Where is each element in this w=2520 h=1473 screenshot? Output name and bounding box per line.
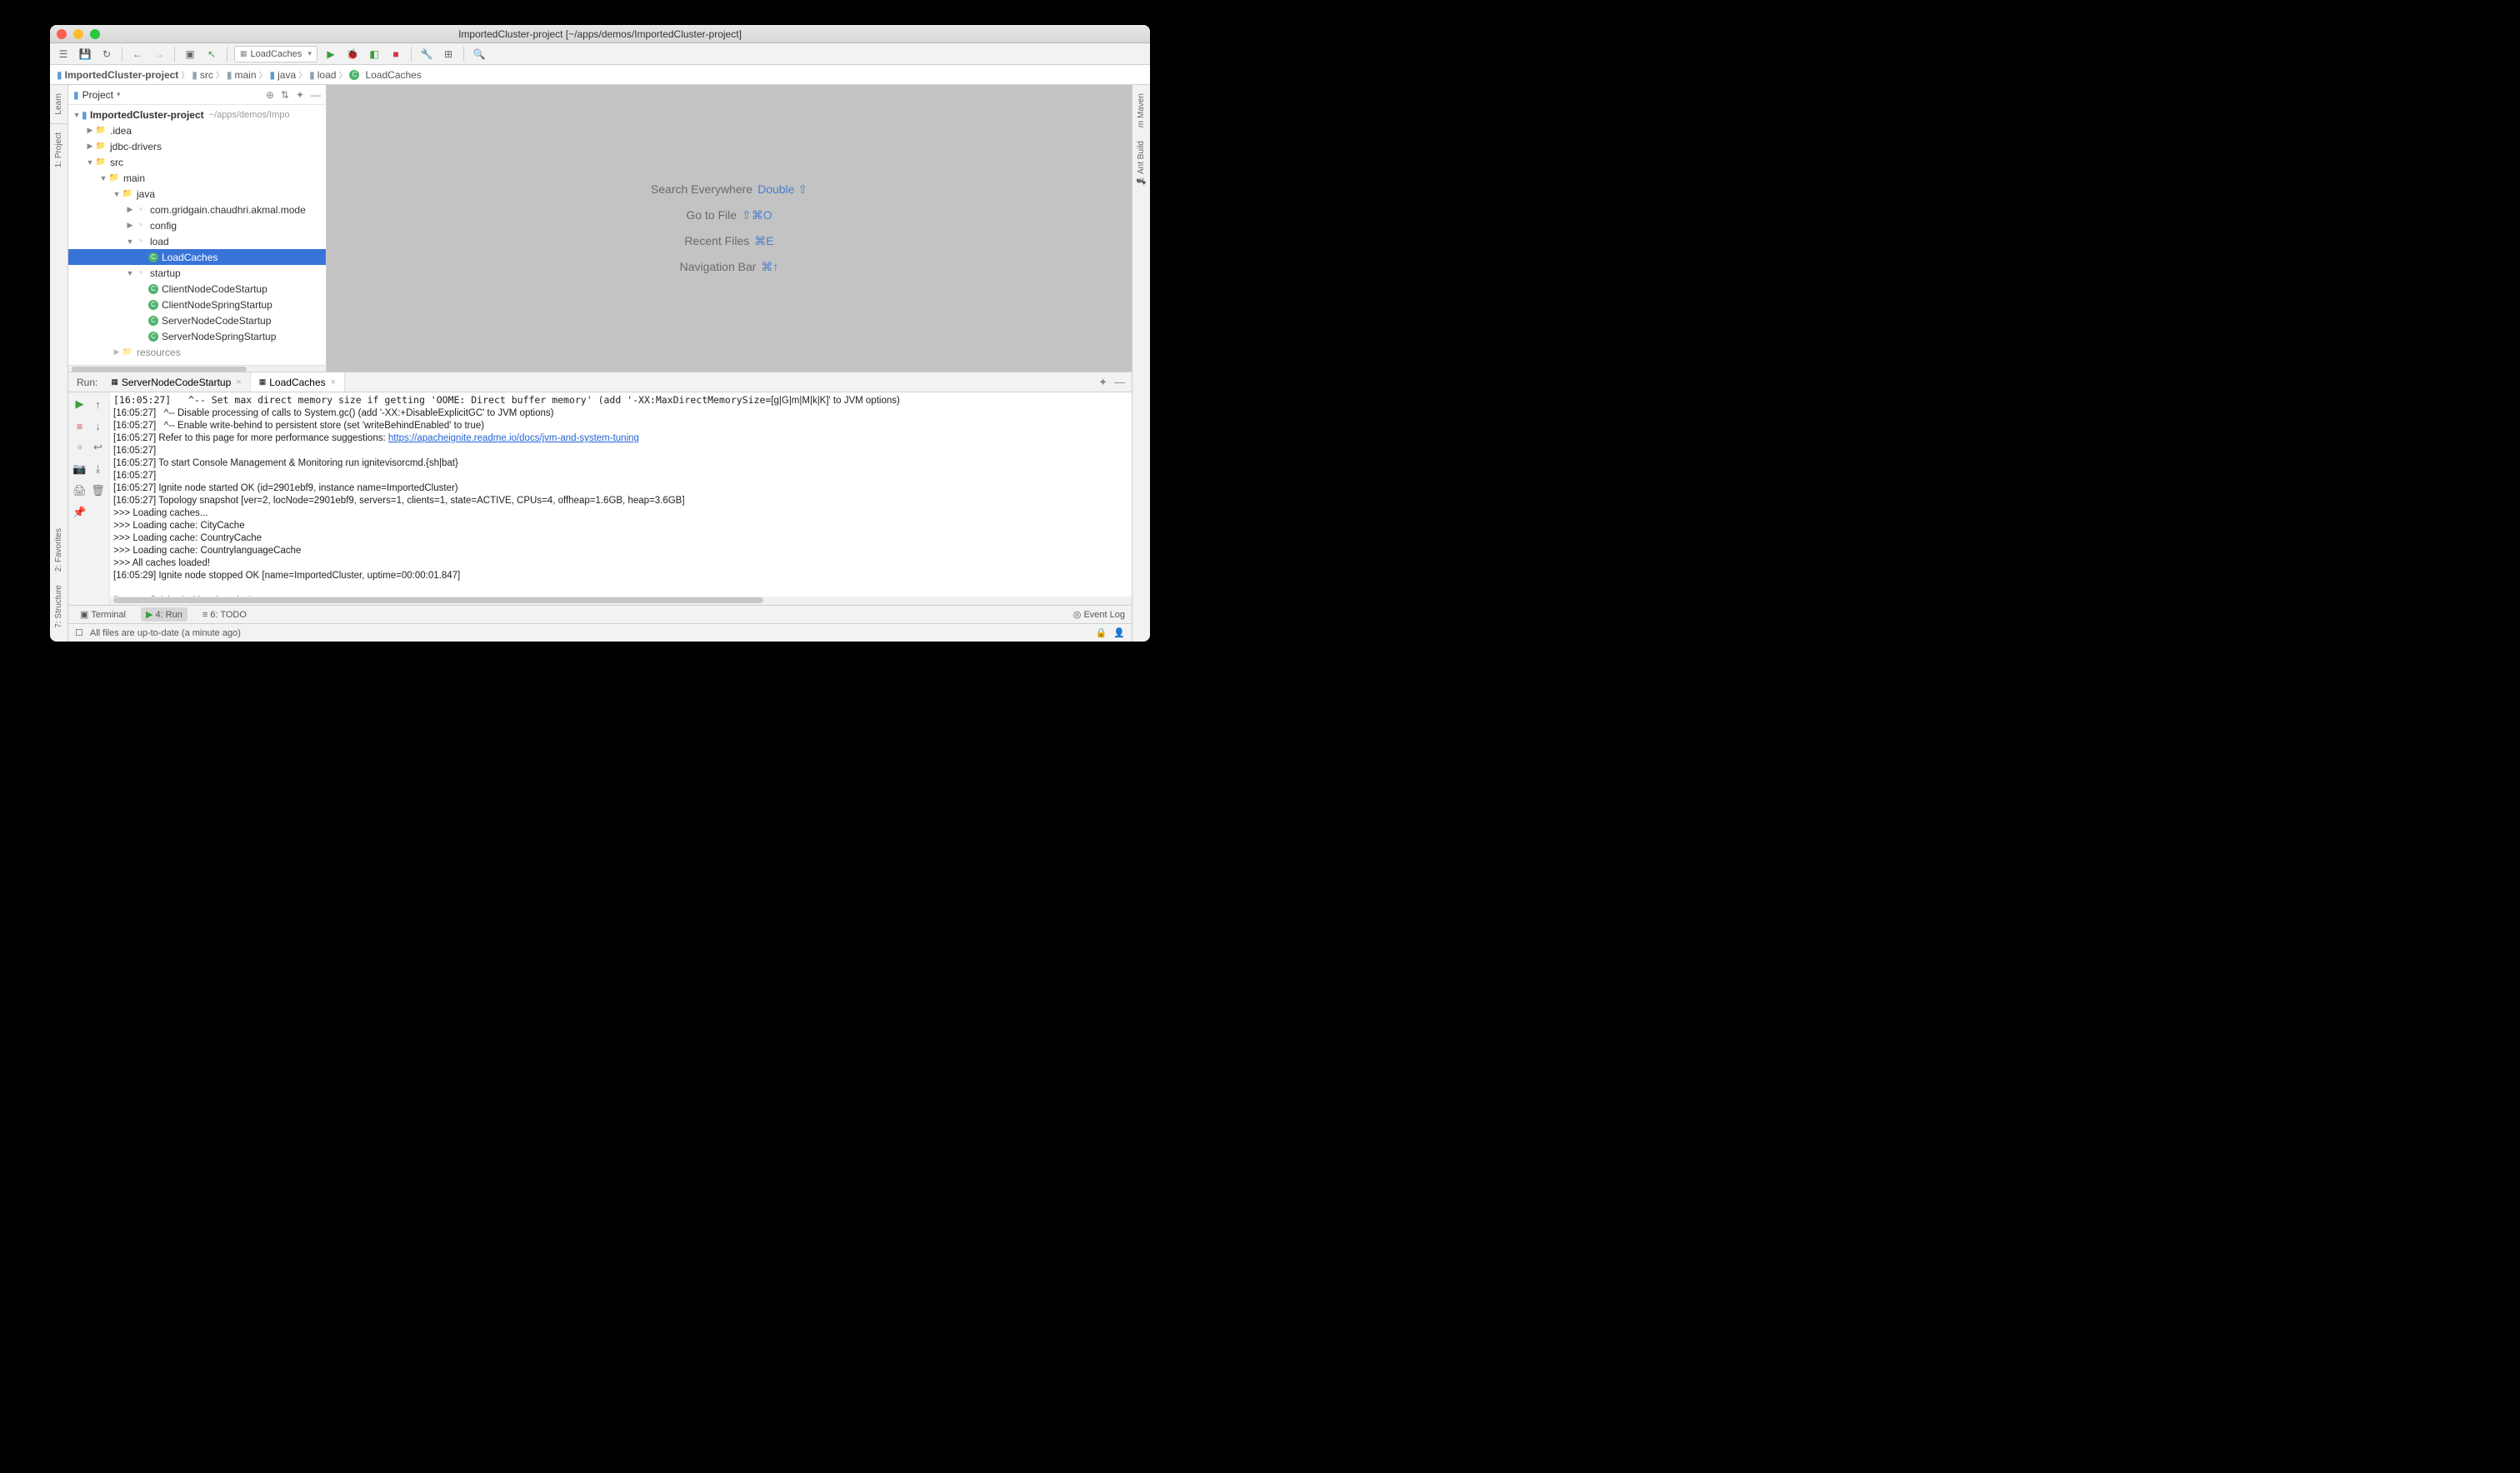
run-tab[interactable]: ▦ServerNodeCodeStartup× — [102, 372, 250, 392]
wrench-icon[interactable]: 🔧 — [418, 46, 435, 62]
breadcrumb-item[interactable]: ▮main — [227, 69, 257, 81]
run-config-label: LoadCaches — [251, 49, 302, 59]
console-output[interactable]: [16:05:27] ^-- Set max direct memory siz… — [110, 392, 1132, 597]
trash-icon[interactable]: 🗑 — [90, 482, 107, 499]
tree-node[interactable]: ▼📁main — [68, 170, 326, 186]
rail-tab-project[interactable]: 1: Project — [52, 127, 65, 172]
breadcrumb-item[interactable]: CLoadCaches — [349, 69, 421, 81]
wrap-icon[interactable]: ↩ — [90, 439, 107, 456]
stop-icon[interactable]: ■ — [388, 46, 404, 62]
breadcrumb-item[interactable]: ▮java — [270, 69, 297, 81]
close-icon[interactable]: × — [236, 377, 241, 387]
open-icon[interactable]: ☰ — [55, 46, 72, 62]
expand-icon[interactable]: ⇅ — [281, 89, 289, 101]
close-icon[interactable]: × — [331, 377, 336, 387]
run-tabs: Run: ▦ServerNodeCodeStartup× ▦LoadCaches… — [68, 372, 1132, 392]
down-icon[interactable]: ↓ — [90, 417, 107, 434]
status-icon: ☐ — [75, 627, 83, 638]
statusbar: ☐ All files are up-to-date (a minute ago… — [68, 623, 1132, 642]
hint-search: Search EverywhereDouble ⇧ — [651, 182, 808, 197]
rerun-icon[interactable]: ▶ — [72, 396, 88, 412]
console-scrollbar[interactable] — [110, 597, 1132, 605]
run-config-selector[interactable]: ▦ LoadCaches — [234, 46, 318, 62]
scroll-icon[interactable]: ⤓ — [90, 461, 107, 477]
tree-node[interactable]: ▼📁java — [68, 186, 326, 202]
project-sidebar: ▮ Project ▾ ⊕ ⇅ ✦ — ▼▮ ImportedCluster-p… — [68, 85, 327, 372]
up-icon[interactable]: ↑ — [90, 396, 107, 412]
run-icon[interactable]: ▶ — [322, 46, 339, 62]
tree-node[interactable]: ▼📁src — [68, 154, 326, 170]
hint-recent: Recent Files⌘E — [684, 234, 773, 248]
inspect-icon[interactable]: 👤 — [1113, 627, 1125, 638]
tab-run[interactable]: ▶ 4: Run — [141, 607, 188, 622]
rail-tab-ant[interactable]: 🐜 Ant Build — [1135, 136, 1148, 192]
print-icon[interactable]: 🖨 — [72, 482, 88, 499]
tree-node[interactable]: ▶📁.idea — [68, 122, 326, 138]
structure-icon[interactable]: ⊞ — [440, 46, 457, 62]
tree-node[interactable]: ▶📁resources — [68, 344, 326, 360]
tree-node-selected[interactable]: CLoadCaches — [68, 249, 326, 265]
pin-icon[interactable]: 📌 — [72, 504, 88, 521]
hint-goto: Go to File⇧⌘O — [686, 208, 772, 222]
event-log-tab[interactable]: ◎ Event Log — [1073, 609, 1125, 620]
tree-scrollbar[interactable] — [68, 365, 326, 372]
forward-icon[interactable]: → — [151, 46, 168, 62]
debug-icon[interactable]: 🐞 — [344, 46, 361, 62]
tree-node[interactable]: ▼▫startup — [68, 265, 326, 281]
tree-root[interactable]: ▼▮ ImportedCluster-project~/apps/demos/I… — [68, 107, 326, 122]
rail-tab-favorites[interactable]: 2: Favorites — [52, 523, 65, 577]
make-icon[interactable]: ▣ — [182, 46, 198, 62]
project-tree[interactable]: ▼▮ ImportedCluster-project~/apps/demos/I… — [68, 105, 326, 365]
rail-tab-learn[interactable]: Learn — [52, 88, 65, 120]
search-icon[interactable]: 🔍 — [471, 46, 488, 62]
titlebar: ImportedCluster-project [~/apps/demos/Im… — [50, 25, 1150, 43]
run-gutter: ▶ ↑ ■ ↓ ⏸ ↩ 📷 ⤓ 🖨 🗑 📌 — [68, 392, 110, 605]
ide-window: ImportedCluster-project [~/apps/demos/Im… — [50, 25, 1150, 642]
breadcrumb-item[interactable]: ▮src — [192, 69, 213, 81]
sidebar-title: Project — [82, 89, 113, 101]
gear-icon[interactable]: ✦ — [1098, 376, 1108, 389]
breadcrumbs: ▮ImportedCluster-project〉 ▮src〉 ▮main〉 ▮… — [50, 65, 1150, 85]
tab-terminal[interactable]: ▣ Terminal — [75, 607, 131, 622]
hammer-icon[interactable]: ↖ — [203, 46, 220, 62]
run-tab-active[interactable]: ▦LoadCaches× — [251, 372, 345, 392]
tree-node[interactable]: CClientNodeCodeStartup — [68, 281, 326, 297]
lock-icon[interactable]: 🔒 — [1096, 627, 1108, 638]
pause-icon[interactable]: ⏸ — [72, 439, 88, 456]
tree-node[interactable]: CServerNodeCodeStartup — [68, 312, 326, 328]
rail-tab-structure[interactable]: 7: Structure — [52, 580, 65, 633]
back-icon[interactable]: ← — [129, 46, 146, 62]
tree-node[interactable]: CClientNodeSpringStartup — [68, 297, 326, 312]
run-label: Run: — [72, 377, 102, 388]
sidebar-header: ▮ Project ▾ ⊕ ⇅ ✦ — — [68, 85, 326, 105]
window-title: ImportedCluster-project [~/apps/demos/Im… — [50, 28, 1150, 40]
tree-node[interactable]: ▼▫load — [68, 233, 326, 249]
dump-icon[interactable]: 📷 — [72, 461, 88, 477]
tree-node[interactable]: ▶▫com.gridgain.chaudhri.akmal.mode — [68, 202, 326, 217]
left-tool-rail: Learn 1: Project 2: Favorites 7: Structu… — [50, 85, 68, 642]
sync-icon[interactable]: ↻ — [98, 46, 115, 62]
breadcrumb-item[interactable]: ▮ImportedCluster-project — [57, 69, 178, 81]
editor-area: Search EverywhereDouble ⇧ Go to File⇧⌘O … — [327, 85, 1132, 372]
hint-nav: Navigation Bar⌘↑ — [680, 260, 779, 274]
hide-icon[interactable]: — — [1114, 376, 1125, 389]
locate-icon[interactable]: ⊕ — [266, 89, 274, 101]
status-message: All files are up-to-date (a minute ago) — [90, 628, 241, 638]
run-tool-window: Run: ▦ServerNodeCodeStartup× ▦LoadCaches… — [68, 372, 1132, 605]
tree-node[interactable]: ▶📁jdbc-drivers — [68, 138, 326, 154]
breadcrumb-item[interactable]: ▮load — [309, 69, 336, 81]
main-toolbar: ☰ 💾 ↻ ← → ▣ ↖ ▦ LoadCaches ▶ 🐞 ◧ ■ 🔧 ⊞ 🔍 — [50, 43, 1150, 65]
hide-icon[interactable]: — — [311, 89, 321, 101]
bottom-tool-tabs: ▣ Terminal ▶ 4: Run ≡ 6: TODO ◎ Event Lo… — [68, 605, 1132, 623]
gear-icon[interactable]: ✦ — [296, 89, 304, 101]
right-tool-rail: m Maven 🐜 Ant Build — [1132, 85, 1150, 642]
save-icon[interactable]: 💾 — [77, 46, 93, 62]
tab-todo[interactable]: ≡ 6: TODO — [198, 608, 252, 622]
tree-node[interactable]: CServerNodeSpringStartup — [68, 328, 326, 344]
tree-node[interactable]: ▶▫config — [68, 217, 326, 233]
empty-editor: Search EverywhereDouble ⇧ Go to File⇧⌘O … — [327, 85, 1132, 372]
rail-tab-maven[interactable]: m Maven — [1135, 88, 1148, 132]
coverage-icon[interactable]: ◧ — [366, 46, 382, 62]
stop-icon[interactable]: ■ — [72, 417, 88, 434]
